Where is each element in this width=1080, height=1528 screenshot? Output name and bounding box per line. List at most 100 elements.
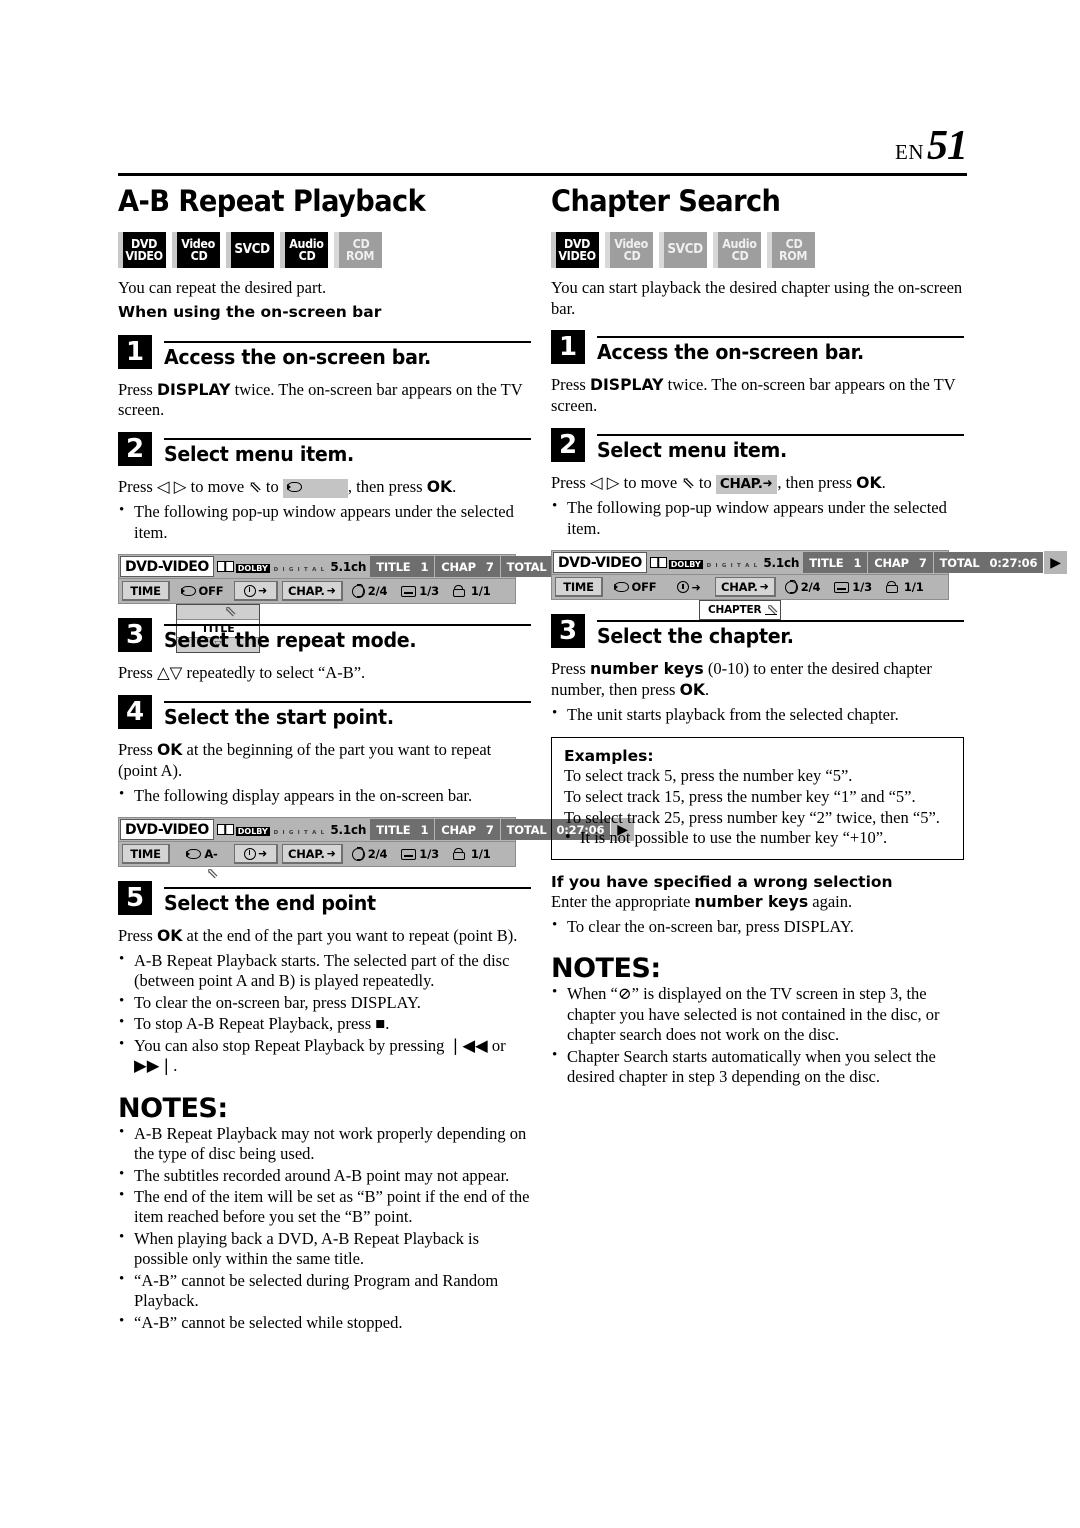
step-1-header-right: 1 Access the on-screen bar. (551, 330, 964, 365)
keyword-display: DISPLAY (156, 379, 231, 399)
camera-angle-icon (452, 585, 469, 598)
osb-chap-field: CHAP 7 (435, 556, 500, 578)
badge-svcd: SVCD (659, 231, 707, 268)
osb-subtitle-button[interactable]: 1/3 (829, 577, 877, 598)
osb-channels: 5.1ch (330, 822, 367, 837)
step-4-body-left: Press OK at the beginning of the part yo… (118, 740, 531, 782)
list-item: When playing back a DVD, A-B Repeat Play… (118, 1228, 531, 1270)
dolby-subtext: D I G I T A L (273, 566, 326, 573)
step-3-body-left: Press △▽ repeatedly to select “A-B”. (118, 663, 531, 684)
osb-subtitle-button[interactable]: 1/3 (396, 581, 444, 602)
badge-line2: ROM (779, 248, 808, 263)
notes-list-right: When “⊘” is displayed on the TV screen i… (551, 983, 964, 1087)
osb-angle-button[interactable]: 1/1 (447, 581, 496, 602)
osb-audio-button[interactable]: 2/4 (346, 844, 393, 865)
osb-repeat-button[interactable]: OFF (174, 581, 230, 602)
page-header: EN51 (118, 123, 968, 176)
osb-audio-button[interactable]: 2/4 (779, 577, 826, 598)
step-title-wrap: Select the repeat mode. (164, 624, 531, 652)
dolby-dd-glyph (649, 557, 667, 569)
osb-repeat-button[interactable]: OFF (607, 577, 663, 598)
step-number-badge: 5 (118, 881, 152, 916)
left-right-arrow-icon: ◁ ▷ (156, 477, 187, 497)
step-3-header-right: 3 Select the chapter. (551, 614, 964, 649)
osb-audio-value: 2/4 (367, 847, 388, 862)
badge-svcd: SVCD (226, 231, 274, 268)
osb-chap-label: CHAP (441, 822, 476, 837)
step-title-wrap: Select the chapter. (597, 620, 964, 648)
page-title-right: Chapter Search (551, 184, 781, 218)
list-item: The following pop-up window appears unde… (118, 501, 531, 543)
osb-audio-button[interactable]: 2/4 (346, 581, 393, 602)
osb-angle-button[interactable]: 1/1 (880, 577, 929, 598)
osb-channels: 5.1ch (763, 555, 800, 570)
osb-repeat-button[interactable]: A- (174, 844, 230, 865)
list-item: The following display appears in the on-… (118, 785, 531, 806)
osb-time-search-button[interactable]: ➜ (667, 577, 711, 598)
osb-menu-row: TIME A- ➜ CHAP. ➜ 2/4 1/3 1/1 (118, 842, 516, 868)
osb-time-button[interactable]: TIME (122, 844, 170, 865)
text-fragment: Press (118, 477, 157, 497)
osb-time-search-button[interactable]: ➜ (234, 581, 278, 602)
step-3-header-left: 3 Select the repeat mode. (118, 618, 531, 653)
text-fragment: repeatedly to select “A-B”. (182, 663, 366, 683)
text-fragment: . (881, 473, 886, 493)
osb-chapter-search-button[interactable]: CHAP. ➜ (282, 581, 343, 602)
keyword-ok: OK (856, 473, 882, 493)
list-item: To clear the on-screen bar, press DISPLA… (118, 992, 531, 1013)
examples-line: To select track 5, press the number key … (564, 766, 853, 786)
osb-chap-value: 7 (485, 822, 494, 837)
step-title-wrap: Select the start point. (164, 701, 531, 729)
clock-icon (243, 847, 256, 860)
examples-line: To select track 25, press number key “2”… (564, 807, 940, 827)
osb-repeat-value: OFF (631, 580, 657, 595)
osb-chap-label: CHAP (441, 559, 476, 574)
arrow-right-icon: ➜ (257, 847, 268, 861)
repeat-icon (613, 582, 629, 593)
osb-angle-button[interactable]: 1/1 (447, 844, 496, 865)
keyword-ok: OK (156, 926, 183, 946)
step-number-badge: 2 (118, 432, 152, 467)
manual-page: EN51 A-B Repeat Playback DVD VIDEO Video… (0, 0, 1080, 1528)
osb-disc-type: DVD-VIDEO (553, 552, 647, 574)
text-fragment: to move (186, 477, 249, 497)
dolby-word: DOLBY (668, 559, 703, 569)
disc-badges-right: DVD VIDEO Video CD SVCD Audio CD CD ROM (551, 231, 964, 268)
step-2-bullets-right: The following pop-up window appears unde… (551, 497, 964, 539)
text-fragment: again. (808, 892, 853, 912)
keyword-ok: OK (156, 740, 183, 760)
osb-chapter-search-button[interactable]: CHAP. ➜ (282, 844, 343, 865)
keyword-number-keys: number keys (694, 892, 809, 912)
list-item: To clear the on-screen bar, press DISPLA… (551, 916, 964, 937)
step-title-wrap: Select menu item. (164, 438, 531, 466)
audio-icon (784, 579, 798, 594)
osb-time-button[interactable]: TIME (555, 577, 603, 598)
step-1-header-left: 1 Access the on-screen bar. (118, 334, 531, 369)
camera-angle-icon (452, 848, 469, 861)
osb-chapter-search-button[interactable]: CHAP. ➜ (715, 577, 776, 598)
osb-title-value: 1 (420, 559, 429, 574)
osb-menu-row: TIME OFF ➜ CHAP. ➜ 2/4 1/3 1/1 (551, 575, 949, 601)
osb-subtitle-value: 1/3 (852, 580, 872, 595)
step-2-header-left: 2 Select menu item. (118, 432, 531, 467)
dolby-text-group: DOLBY D I G I T A L (235, 560, 326, 574)
dolby-text-group: DOLBY D I G I T A L (668, 556, 759, 570)
examples-box: Examples: To select track 5, press the n… (551, 737, 964, 861)
list-item: To stop A-B Repeat Playback, press ■. (118, 1013, 531, 1034)
osb-subtitle-button[interactable]: 1/3 (396, 844, 444, 865)
step-4-header-left: 4 Select the start point. (118, 695, 531, 730)
badge-cd-rom: CD ROM (767, 231, 815, 268)
keyword-number-keys: number keys (589, 659, 704, 679)
text-fragment: . (452, 477, 457, 497)
osb-time-button[interactable]: TIME (122, 581, 170, 602)
osb-total-label: TOTAL (506, 822, 547, 837)
examples-line: To select track 15, press the number key… (564, 786, 916, 806)
step-number-badge: 1 (551, 330, 585, 365)
page-title-left: A-B Repeat Playback (118, 184, 426, 218)
text-fragment: , then press (347, 477, 427, 497)
badge-line2: CD (190, 248, 207, 263)
badge-line2: CD (731, 248, 748, 263)
osb-time-search-button[interactable]: ➜ (234, 844, 278, 865)
step-number-badge: 2 (551, 428, 585, 463)
region-label: EN (895, 140, 924, 164)
